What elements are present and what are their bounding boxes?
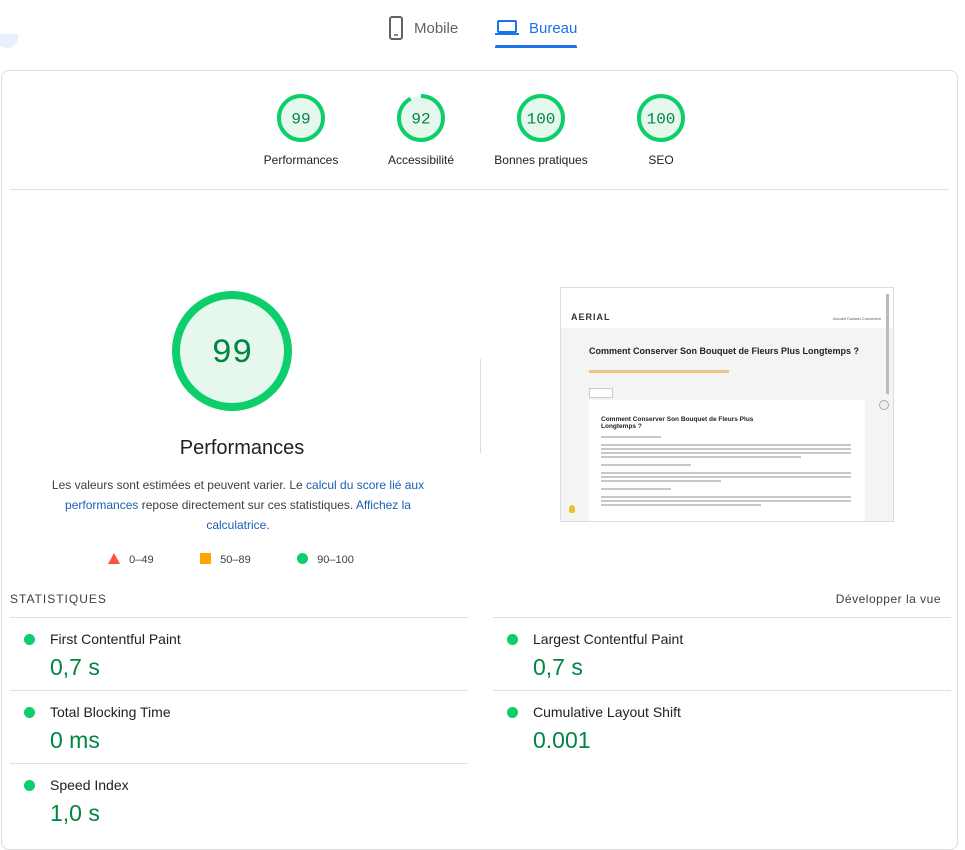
thumb-site-header: AERIAL Accueil Contact Connexion (561, 288, 893, 328)
legend-average: 50–89 (200, 553, 251, 566)
metric-value: 0.001 (533, 727, 591, 753)
legend-pass-label: 90–100 (317, 554, 354, 566)
gauge-ring-icon: 100 (517, 94, 565, 142)
faded-header-remnant (0, 34, 400, 50)
performance-description: Les valeurs sont estimées et peuvent var… (42, 475, 434, 535)
thumb-heading: Comment Conserver Son Bouquet de Fleurs … (589, 346, 860, 356)
metric-name: Largest Contentful Paint (533, 631, 684, 647)
legend-fail-label: 0–49 (129, 554, 154, 566)
thumb-scrollbar (886, 294, 889, 394)
large-gauge-score: 99 (212, 335, 253, 373)
metric-lcp: Largest Contentful Paint 0,7 s (493, 617, 951, 691)
desc-text: . (266, 518, 270, 532)
gauge-label: Accessibilité (387, 153, 455, 167)
thumb-zoom-icon (879, 400, 889, 410)
metric-name: Speed Index (50, 777, 129, 793)
metric-value: 1,0 s (50, 800, 100, 826)
gauge-label: SEO (648, 153, 674, 167)
tab-desktop[interactable]: Bureau (495, 10, 578, 48)
circle-icon (297, 553, 308, 564)
square-icon (200, 553, 211, 564)
gauge-accessibility[interactable]: 92 Accessibilité (356, 93, 486, 167)
performance-title: Performances (179, 437, 305, 459)
metric-name: Total Blocking Time (50, 704, 171, 720)
gauge-ring-icon: 99 (277, 94, 325, 142)
gauge-ring-icon: 92 (397, 94, 445, 142)
gauge-score: 99 (291, 111, 310, 129)
legend-average-label: 50–89 (220, 554, 251, 566)
pass-circle-icon (24, 634, 35, 645)
site-nav: Accueil Contact Connexion (832, 316, 881, 321)
gauge-label: Bonnes pratiques (494, 153, 588, 167)
gauge-ring-icon: 100 (637, 94, 685, 142)
pass-circle-icon (24, 707, 35, 718)
metric-name: Cumulative Layout Shift (533, 704, 681, 720)
thumb-breadcrumb (589, 370, 729, 373)
gauge-score: 100 (527, 111, 556, 129)
laptop-icon (495, 20, 519, 35)
desc-text: repose directement sur ces statistiques. (138, 498, 356, 512)
metric-value: 0,7 s (533, 654, 583, 680)
triangle-icon (108, 553, 120, 564)
pass-circle-icon (507, 707, 518, 718)
tab-desktop-label: Bureau (529, 19, 578, 37)
vertical-divider (480, 359, 481, 453)
gauge-seo[interactable]: 100 SEO (596, 93, 726, 167)
large-gauge-icon: 99 (172, 291, 292, 411)
final-screenshot[interactable]: AERIAL Accueil Contact Connexion Comment… (560, 287, 894, 522)
pass-circle-icon (507, 634, 518, 645)
tab-mobile-label: Mobile (414, 19, 459, 37)
expand-view-button[interactable]: Développer la vue (836, 592, 941, 606)
metric-name: First Contentful Paint (50, 631, 181, 647)
legend-fail: 0–49 (108, 553, 154, 566)
device-tabs: Mobile Bureau (0, 0, 965, 50)
desc-text: Les valeurs sont estimées et peuvent var… (51, 478, 307, 492)
thumb-article: Comment Conserver Son Bouquet de Fleurs … (589, 400, 865, 521)
gauge-label: Performances (263, 153, 339, 167)
report-card: 99 Performances 92 Accessibilité 100 Bon… (1, 70, 958, 850)
metric-fcp: First Contentful Paint 0,7 s (10, 617, 468, 691)
legend-pass: 90–100 (297, 553, 354, 566)
metric-value: 0,7 s (50, 654, 100, 680)
tab-mobile[interactable]: Mobile (388, 10, 458, 46)
thumb-button (589, 388, 613, 398)
site-logo: AERIAL (571, 312, 611, 322)
thumb-article-heading: Comment Conserver Son Bouquet de Fleurs … (601, 416, 754, 430)
smartphone-icon (389, 16, 403, 40)
gauge-best-practices[interactable]: 100 Bonnes pratiques (476, 93, 606, 167)
gauge-performance[interactable]: 99 Performances (236, 93, 366, 167)
gauge-score: 100 (647, 111, 676, 129)
metric-speed-index: Speed Index 1,0 s (10, 763, 468, 837)
active-tab-indicator (495, 45, 578, 48)
divider (10, 189, 949, 190)
metric-cls: Cumulative Layout Shift 0.001 (493, 690, 951, 764)
lightbulb-icon (569, 505, 575, 513)
category-gauges: 99 Performances 92 Accessibilité 100 Bon… (2, 71, 957, 189)
stats-header: STATISTIQUES (10, 592, 107, 606)
gauge-score: 92 (411, 111, 430, 129)
pass-circle-icon (24, 780, 35, 791)
metric-value: 0 ms (50, 727, 100, 753)
metric-tbt: Total Blocking Time 0 ms (10, 690, 468, 764)
performance-summary: 99 Performances Les valeurs sont estimée… (2, 221, 482, 551)
